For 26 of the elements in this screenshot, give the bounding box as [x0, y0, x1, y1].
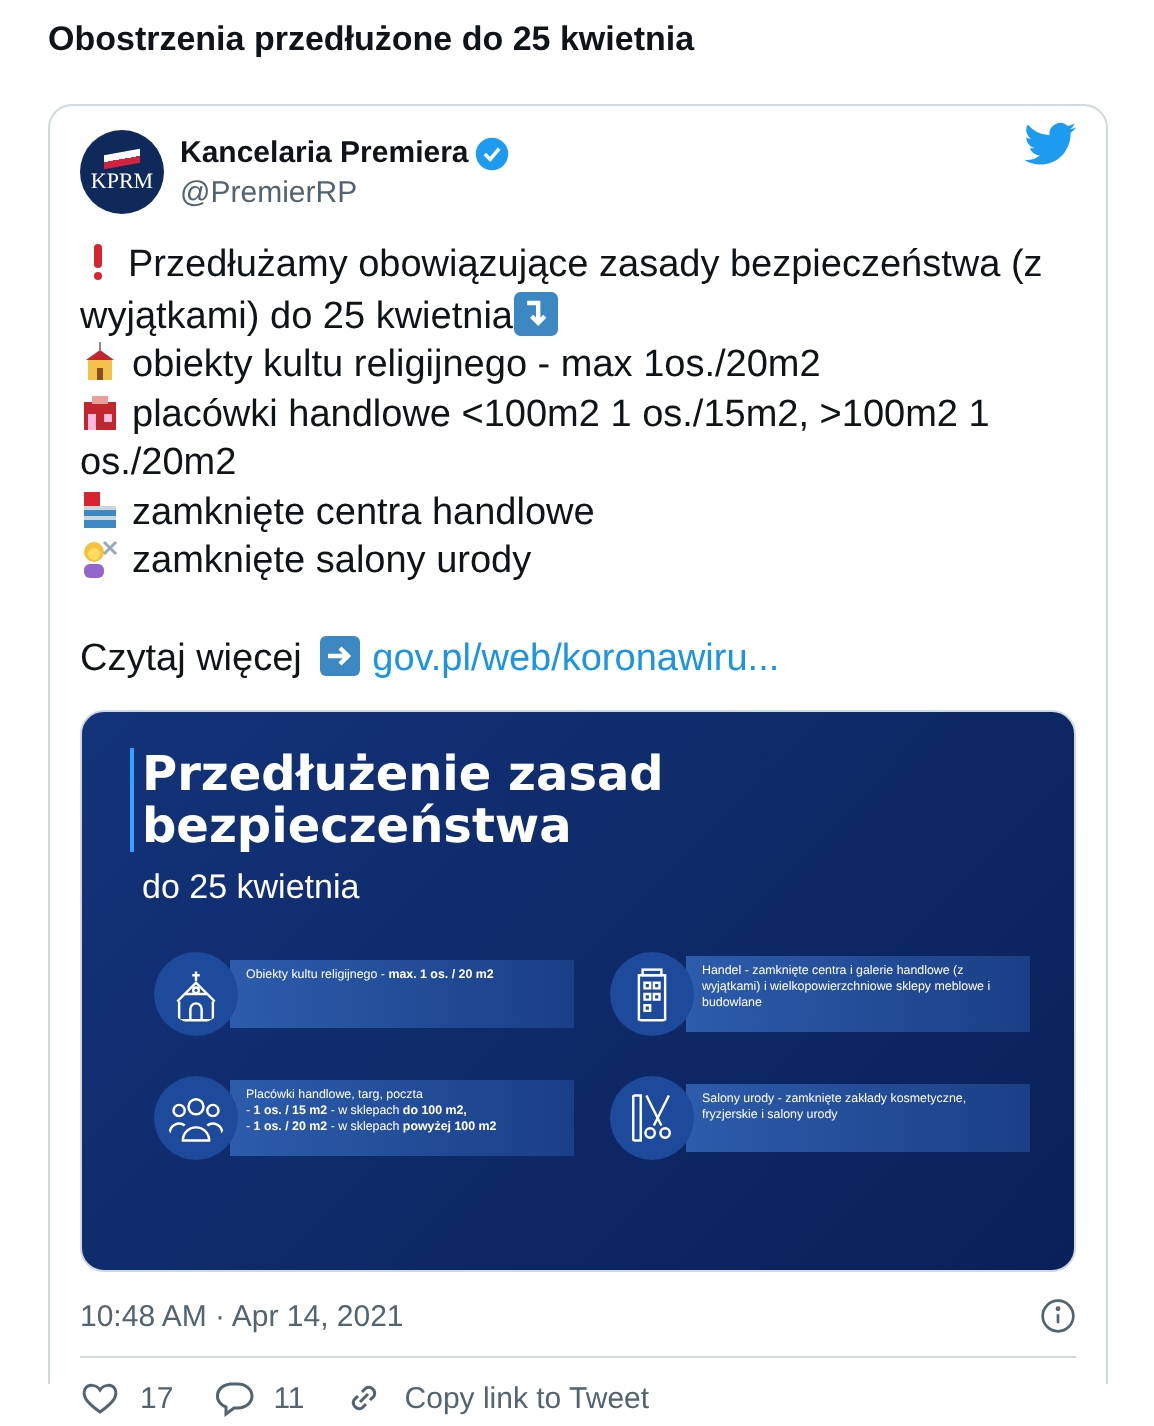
infographic[interactable] — [80, 710, 1076, 1272]
author-handle[interactable]: @PremierRP — [180, 175, 1008, 209]
tweet-text-line: zamknięte salony urody — [80, 538, 1080, 587]
heart-icon — [80, 1378, 120, 1418]
author-name[interactable]: Kancelaria Premiera — [180, 136, 469, 170]
like-button[interactable]: 17 — [80, 1378, 174, 1418]
info-icon[interactable] — [1040, 1298, 1076, 1334]
tweet-timestamp[interactable]: 10:48 AM · Apr 14, 2021 — [80, 1299, 404, 1333]
reply-button[interactable]: 11 — [213, 1378, 305, 1418]
comb-and-scissors-icon — [632, 1094, 672, 1142]
tweet-text-line: obiekty kultu religijnego - max 1os./20m2 — [80, 342, 1080, 391]
bird-logo-icon[interactable] — [1024, 122, 1076, 166]
shop-icon — [80, 391, 120, 431]
speech-bubble-icon — [213, 1378, 254, 1418]
avatar[interactable]: KPRM — [80, 130, 164, 214]
building-icon — [637, 968, 667, 1022]
infographic-title: Przedłużenie zasad bezpieczeństwa — [130, 748, 702, 852]
article-link[interactable]: gov.pl/web/koronawiru... — [372, 637, 780, 679]
article-headline: Obostrzenia przedłużone do 25 kwietnia — [46, 18, 697, 62]
link-button[interactable]: Copy link to Tweet — [344, 1378, 650, 1418]
infographic-subtitle: do 25 kwietnia — [142, 868, 362, 908]
read-more-text: Czytaj więcej — [80, 637, 302, 679]
people-icon — [168, 1098, 224, 1142]
church-icon — [176, 970, 216, 1022]
exclamation-icon — [92, 242, 104, 282]
tweet-text-line: zamknięte centra handlowe — [80, 489, 1080, 538]
